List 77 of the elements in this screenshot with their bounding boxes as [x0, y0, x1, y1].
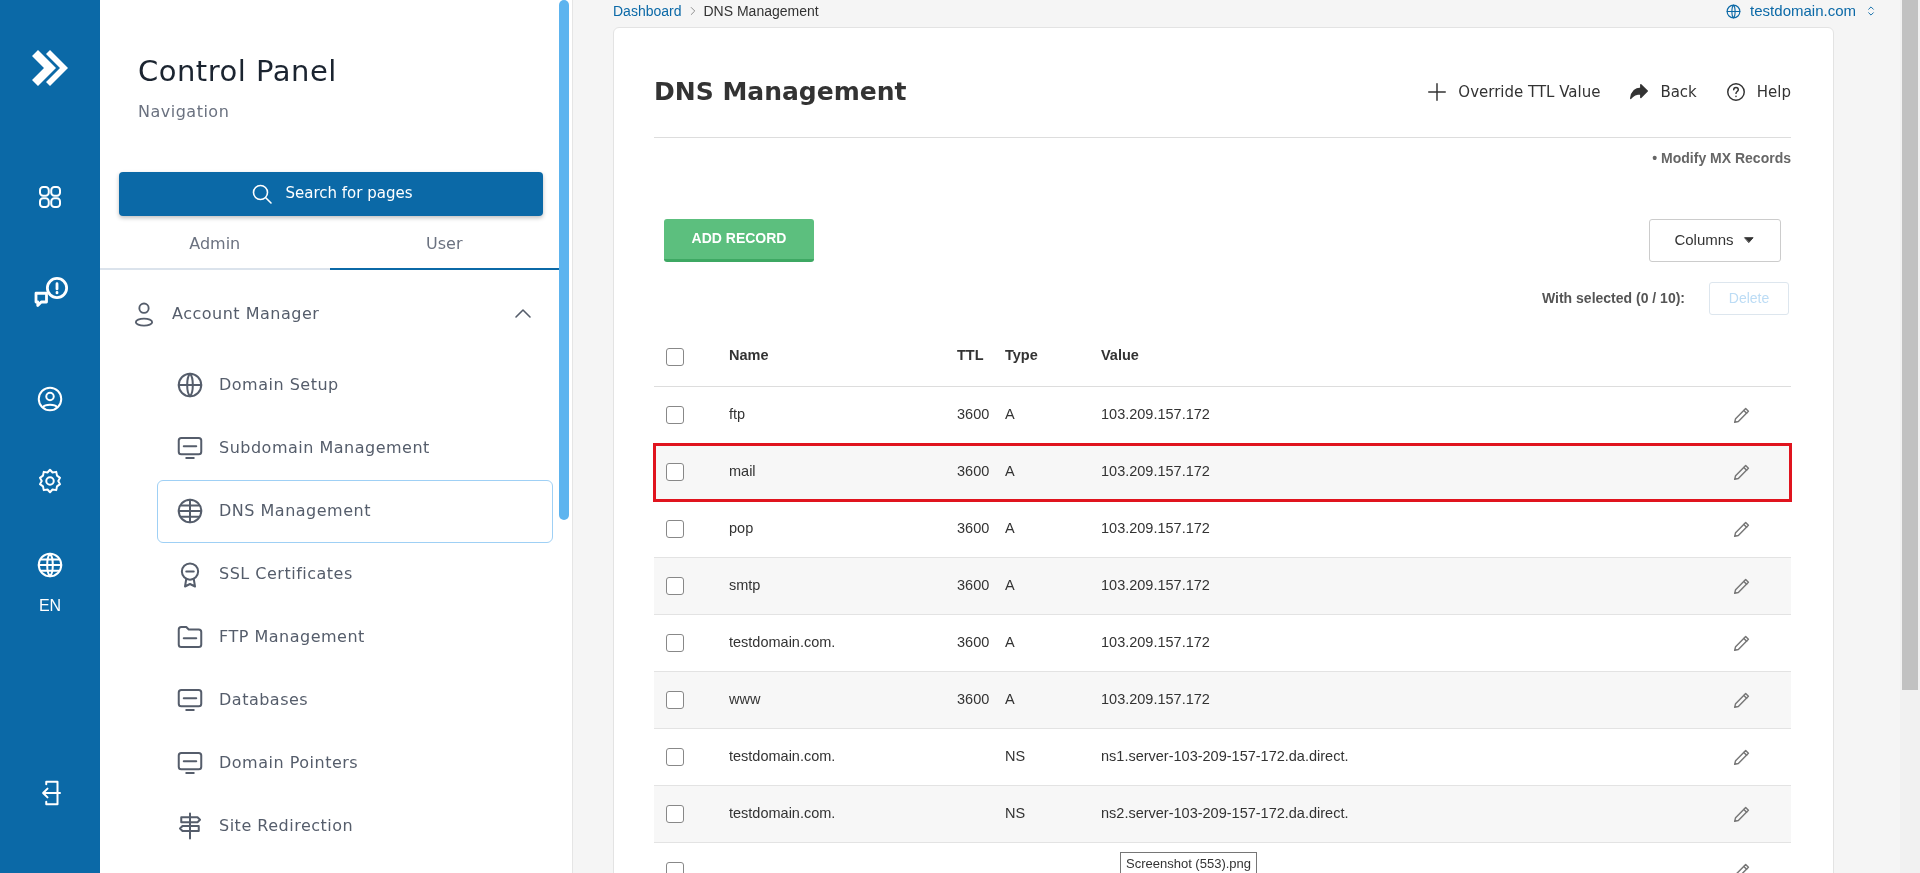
table-cell: ns1.server-103-209-157-172.da.direct.: [1101, 748, 1349, 765]
page-title: DNS Management: [654, 76, 907, 109]
scrollbar-thumb[interactable]: [1902, 0, 1918, 690]
table-cell: 103.209.157.172: [1101, 463, 1210, 480]
globe-icon: [1725, 2, 1743, 20]
menu-item[interactable]: SSL Certificates: [157, 542, 553, 606]
table-cell: smtp: [729, 577, 761, 594]
table-cell: 103.209.157.172: [1101, 520, 1210, 537]
table-cell: mail: [729, 463, 756, 480]
select-all-checkbox[interactable]: [666, 347, 684, 366]
globe-icon: [175, 496, 205, 526]
table-cell: A: [1005, 520, 1015, 537]
search-button[interactable]: Search for pages: [119, 171, 543, 216]
toolbar-action[interactable]: Help: [1724, 80, 1791, 104]
menu-item[interactable]: Domain Setup: [157, 353, 553, 417]
table-cell: 3600: [957, 634, 990, 651]
table-cell: testdomain.com.: [729, 805, 836, 822]
sidebar-subtitle: Navigation: [138, 100, 231, 123]
breadcrumb-link[interactable]: Dashboard: [613, 0, 682, 22]
column-header: Value: [1101, 347, 1139, 364]
row-checkbox[interactable]: [666, 748, 684, 767]
plus-icon: [1426, 81, 1449, 103]
table-cell: testdomain.com.: [729, 748, 836, 765]
user-icon[interactable]: [35, 384, 65, 414]
row-checkbox[interactable]: [666, 634, 684, 653]
row-checkbox[interactable]: [666, 691, 684, 710]
menu-item[interactable]: Databases: [157, 668, 553, 732]
menu-item[interactable]: Site Redirection: [157, 794, 553, 858]
selection-count: With selected (0 / 10):: [1541, 288, 1685, 308]
table-cell: A: [1005, 691, 1015, 708]
table-cell: A: [1005, 463, 1015, 480]
table-cell: 3600: [957, 406, 990, 423]
domain-selector[interactable]: testdomain.com: [1725, 0, 1878, 23]
row-checkbox[interactable]: [666, 463, 684, 482]
table-cell: www: [729, 691, 761, 708]
toolbar-action[interactable]: Back: [1628, 80, 1697, 104]
table-cell: pop: [729, 520, 754, 537]
table-cell: ftp: [729, 406, 746, 423]
globe-icon[interactable]: [35, 550, 65, 580]
menu-item[interactable]: FTP Management: [157, 605, 553, 669]
column-header: Name: [729, 347, 769, 364]
sidebar-title: Control Panel: [138, 53, 338, 90]
table-cell: 103.209.157.172: [1101, 406, 1210, 423]
breadcrumb-current: DNS Management: [703, 1, 819, 21]
globe-icon: [175, 370, 205, 400]
help-icon: [1724, 81, 1747, 103]
table-cell: 3600: [957, 691, 990, 708]
table-cell: 3600: [957, 463, 990, 480]
menu-group-header[interactable]: Account Manager: [100, 269, 559, 354]
table-cell: 103.209.157.172: [1101, 634, 1210, 651]
table-cell: 3600: [957, 577, 990, 594]
column-header: Type: [1005, 347, 1038, 364]
table-cell: NS: [1005, 805, 1026, 822]
table-cell: ns2.server-103-209-157-172.da.direct.: [1101, 805, 1349, 822]
table-cell: A: [1005, 577, 1015, 594]
menu-item[interactable]: Domain Pointers: [157, 731, 553, 795]
sidebar-tab[interactable]: Admin: [100, 221, 330, 270]
table-cell: 103.209.157.172: [1101, 577, 1210, 594]
columns-dropdown[interactable]: Columns: [1649, 218, 1781, 262]
menu-item[interactable]: Subdomain Management: [157, 416, 553, 480]
row-checkbox[interactable]: [666, 520, 684, 539]
table-cell: A: [1005, 634, 1015, 651]
tooltip: Screenshot (553).png: [1120, 852, 1258, 873]
modify-mx-link[interactable]: • Modify MX Records: [1652, 147, 1791, 169]
scrollbar-thumb[interactable]: [559, 0, 569, 520]
menu-item[interactable]: DNS Management: [157, 479, 553, 543]
row-checkbox[interactable]: [666, 805, 684, 824]
table-cell: testdomain.com.: [729, 634, 836, 651]
row-checkbox[interactable]: [666, 406, 684, 425]
table-cell: 3600: [957, 520, 990, 537]
toolbar-action[interactable]: Override TTL Value: [1426, 80, 1601, 104]
column-header: TTL: [957, 347, 984, 364]
row-checkbox[interactable]: [666, 577, 684, 596]
table-cell: A: [1005, 406, 1015, 423]
table-cell: NS: [1005, 748, 1026, 765]
language-label[interactable]: EN: [38, 594, 62, 618]
table-cell: 103.209.157.172: [1101, 691, 1210, 708]
